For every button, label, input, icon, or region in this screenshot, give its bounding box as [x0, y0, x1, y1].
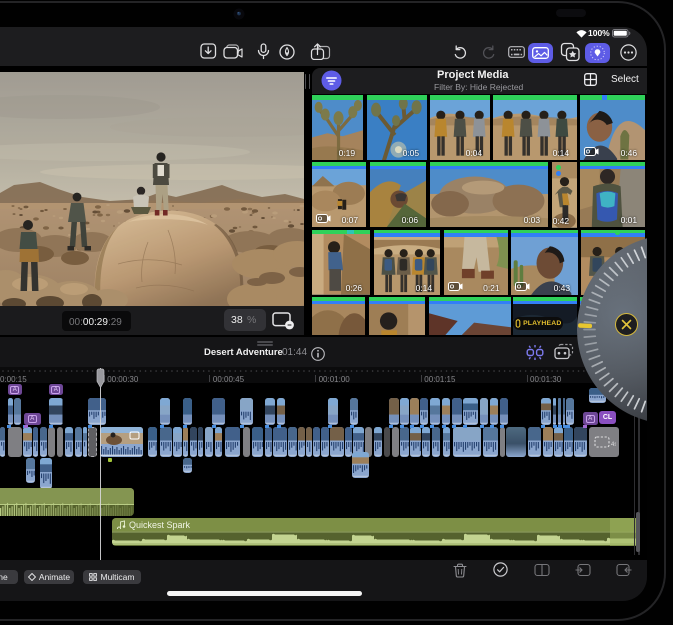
svg-text:4s: 4s	[611, 442, 616, 448]
